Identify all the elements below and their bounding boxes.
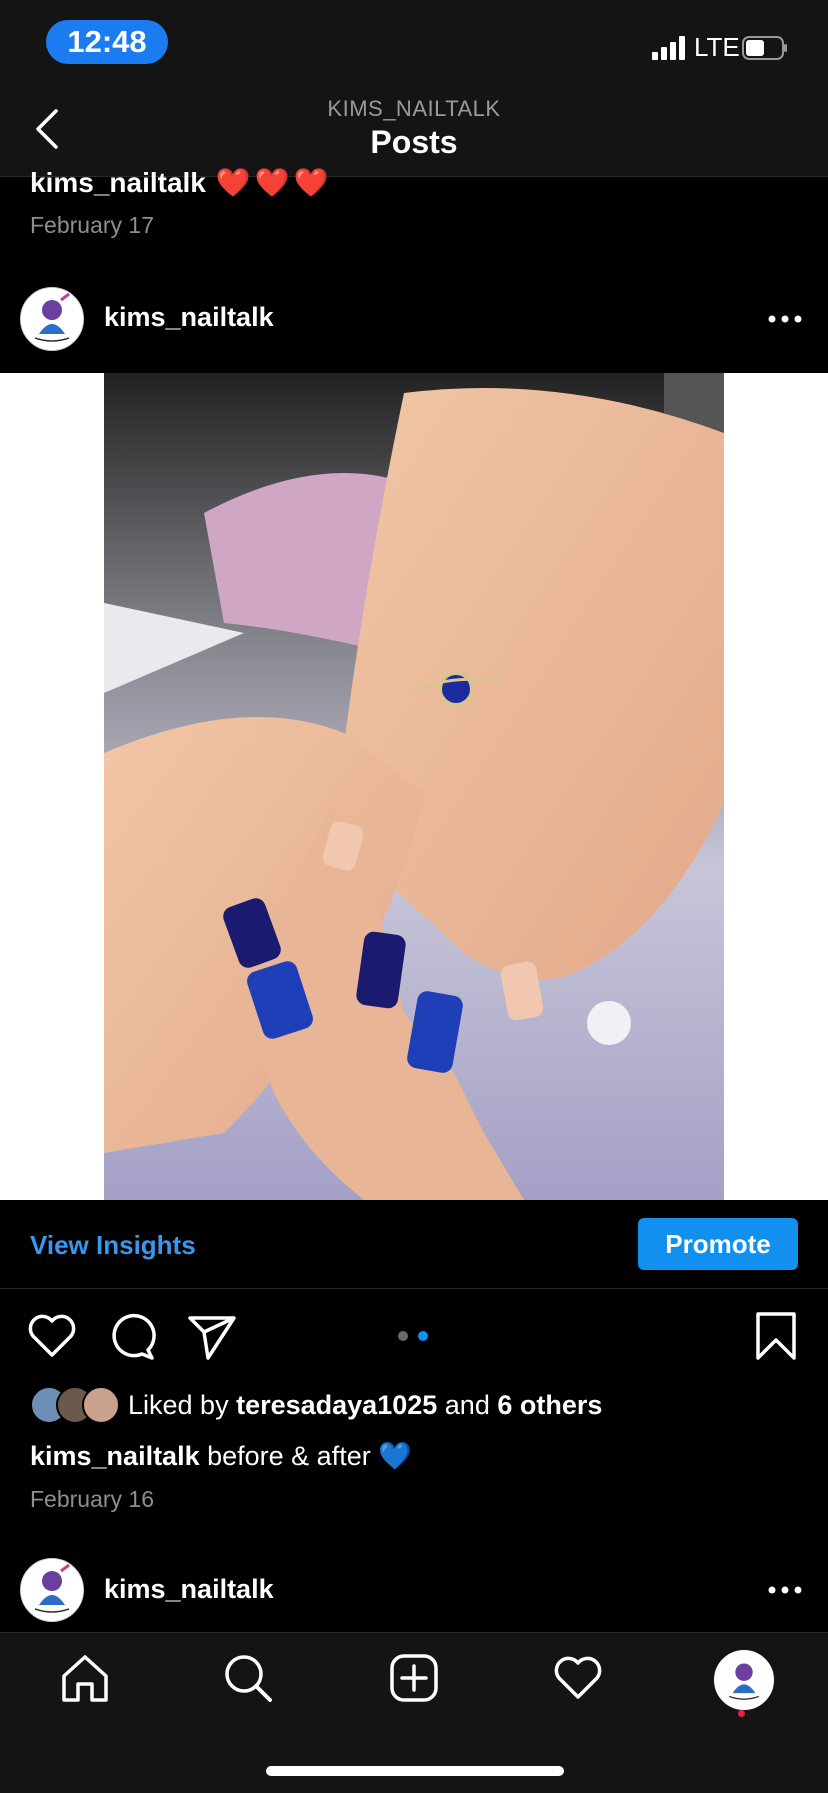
previous-caption-user[interactable]: kims_nailtalk <box>30 167 206 198</box>
status-time: 12:48 <box>46 20 168 64</box>
caption-username[interactable]: kims_nailtalk <box>30 1441 200 1471</box>
liked-user[interactable]: teresadaya1025 <box>236 1390 437 1420</box>
post-photo[interactable] <box>104 373 724 1200</box>
next-post-author-avatar[interactable] <box>20 1558 84 1622</box>
profile-avatar[interactable] <box>714 1650 774 1710</box>
next-post-username[interactable]: kims_nailtalk <box>104 1574 274 1605</box>
post-caption: kims_nailtalk before & after 💙 <box>30 1440 412 1472</box>
post-author-avatar[interactable] <box>20 287 84 351</box>
previous-post-date: February 17 <box>30 212 155 238</box>
comment-icon[interactable] <box>106 1310 158 1362</box>
more-options-icon[interactable] <box>768 315 802 323</box>
avatar-logo-icon <box>717 1653 771 1707</box>
caption-text: before & after <box>207 1441 371 1471</box>
new-post-icon[interactable] <box>388 1652 440 1704</box>
more-options-icon[interactable] <box>768 1586 802 1594</box>
view-insights-link[interactable]: View Insights <box>30 1230 196 1261</box>
post-date: February 16 <box>30 1486 155 1512</box>
network-label: LTE <box>694 32 740 62</box>
notification-dot <box>738 1710 745 1717</box>
activity-heart-icon[interactable] <box>552 1652 604 1704</box>
liked-and: and <box>444 1390 490 1420</box>
liked-by-text[interactable]: Liked by teresadaya1025 and 6 others <box>128 1390 602 1421</box>
home-indicator <box>266 1766 564 1776</box>
carousel-dot-1 <box>398 1331 408 1341</box>
search-icon[interactable] <box>222 1652 274 1704</box>
previous-caption: kims_nailtalk ❤️❤️❤️ <box>30 166 332 199</box>
post-author-username[interactable]: kims_nailtalk <box>104 302 274 333</box>
home-icon[interactable] <box>59 1652 111 1704</box>
previous-caption-emoji: ❤️❤️❤️ <box>215 167 333 198</box>
promote-button[interactable]: Promote <box>638 1218 798 1270</box>
avatar-logo-icon <box>21 1559 83 1621</box>
liker-avatar-3 <box>82 1386 120 1424</box>
like-heart-icon[interactable] <box>26 1310 78 1362</box>
caption-emoji: 💙 <box>378 1441 412 1471</box>
liked-others[interactable]: 6 others <box>497 1390 602 1420</box>
liked-prefix: Liked by <box>128 1390 229 1420</box>
nav-subtitle: KIMS_NAILTALK <box>327 96 501 121</box>
bookmark-icon[interactable] <box>750 1310 802 1362</box>
nav-title: Posts <box>370 124 458 160</box>
share-send-icon[interactable] <box>186 1310 238 1362</box>
signal-icon <box>652 36 685 60</box>
avatar-logo-icon <box>21 288 83 350</box>
carousel-dot-2-active <box>418 1331 428 1341</box>
battery-icon <box>742 36 787 60</box>
